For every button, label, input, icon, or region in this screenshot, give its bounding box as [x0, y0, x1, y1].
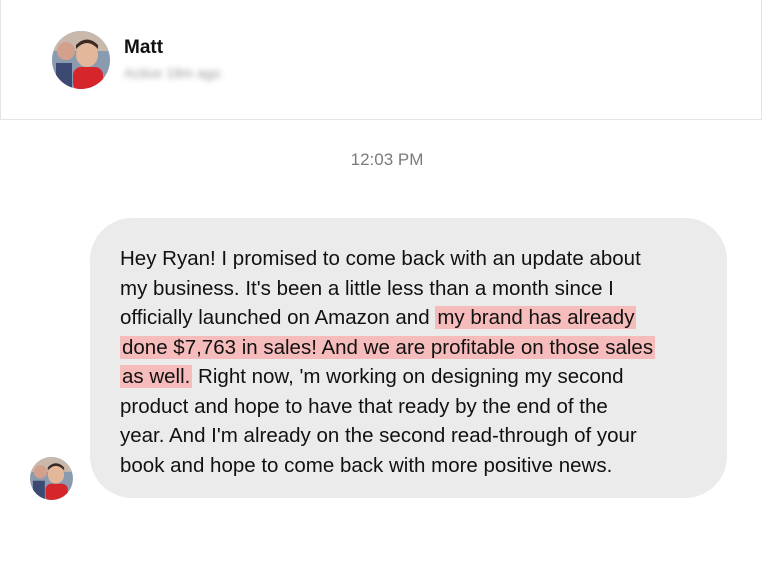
sender-avatar[interactable] — [30, 457, 73, 500]
highlighted-text: as well. — [120, 365, 193, 388]
highlighted-text: my brand has already — [435, 306, 637, 329]
contact-avatar[interactable] — [52, 31, 110, 89]
message-bubble[interactable]: Hey Ryan! I promised to come back with a… — [90, 218, 727, 498]
contact-name: Matt — [124, 37, 164, 58]
message-text-after: Right now, 'm working on designing my se… — [120, 365, 637, 477]
highlighted-text: done $7,763 in sales! And we are profita… — [120, 335, 656, 359]
avatar-photo — [52, 31, 110, 89]
message-text: Hey Ryan! I promised to come back with a… — [120, 244, 707, 480]
contact-status: Active 18m ago — [124, 65, 221, 81]
message-timestamp: 12:03 PM — [350, 150, 424, 169]
chat-header: Matt Active 18m ago — [0, 0, 762, 120]
avatar-photo — [30, 457, 73, 500]
